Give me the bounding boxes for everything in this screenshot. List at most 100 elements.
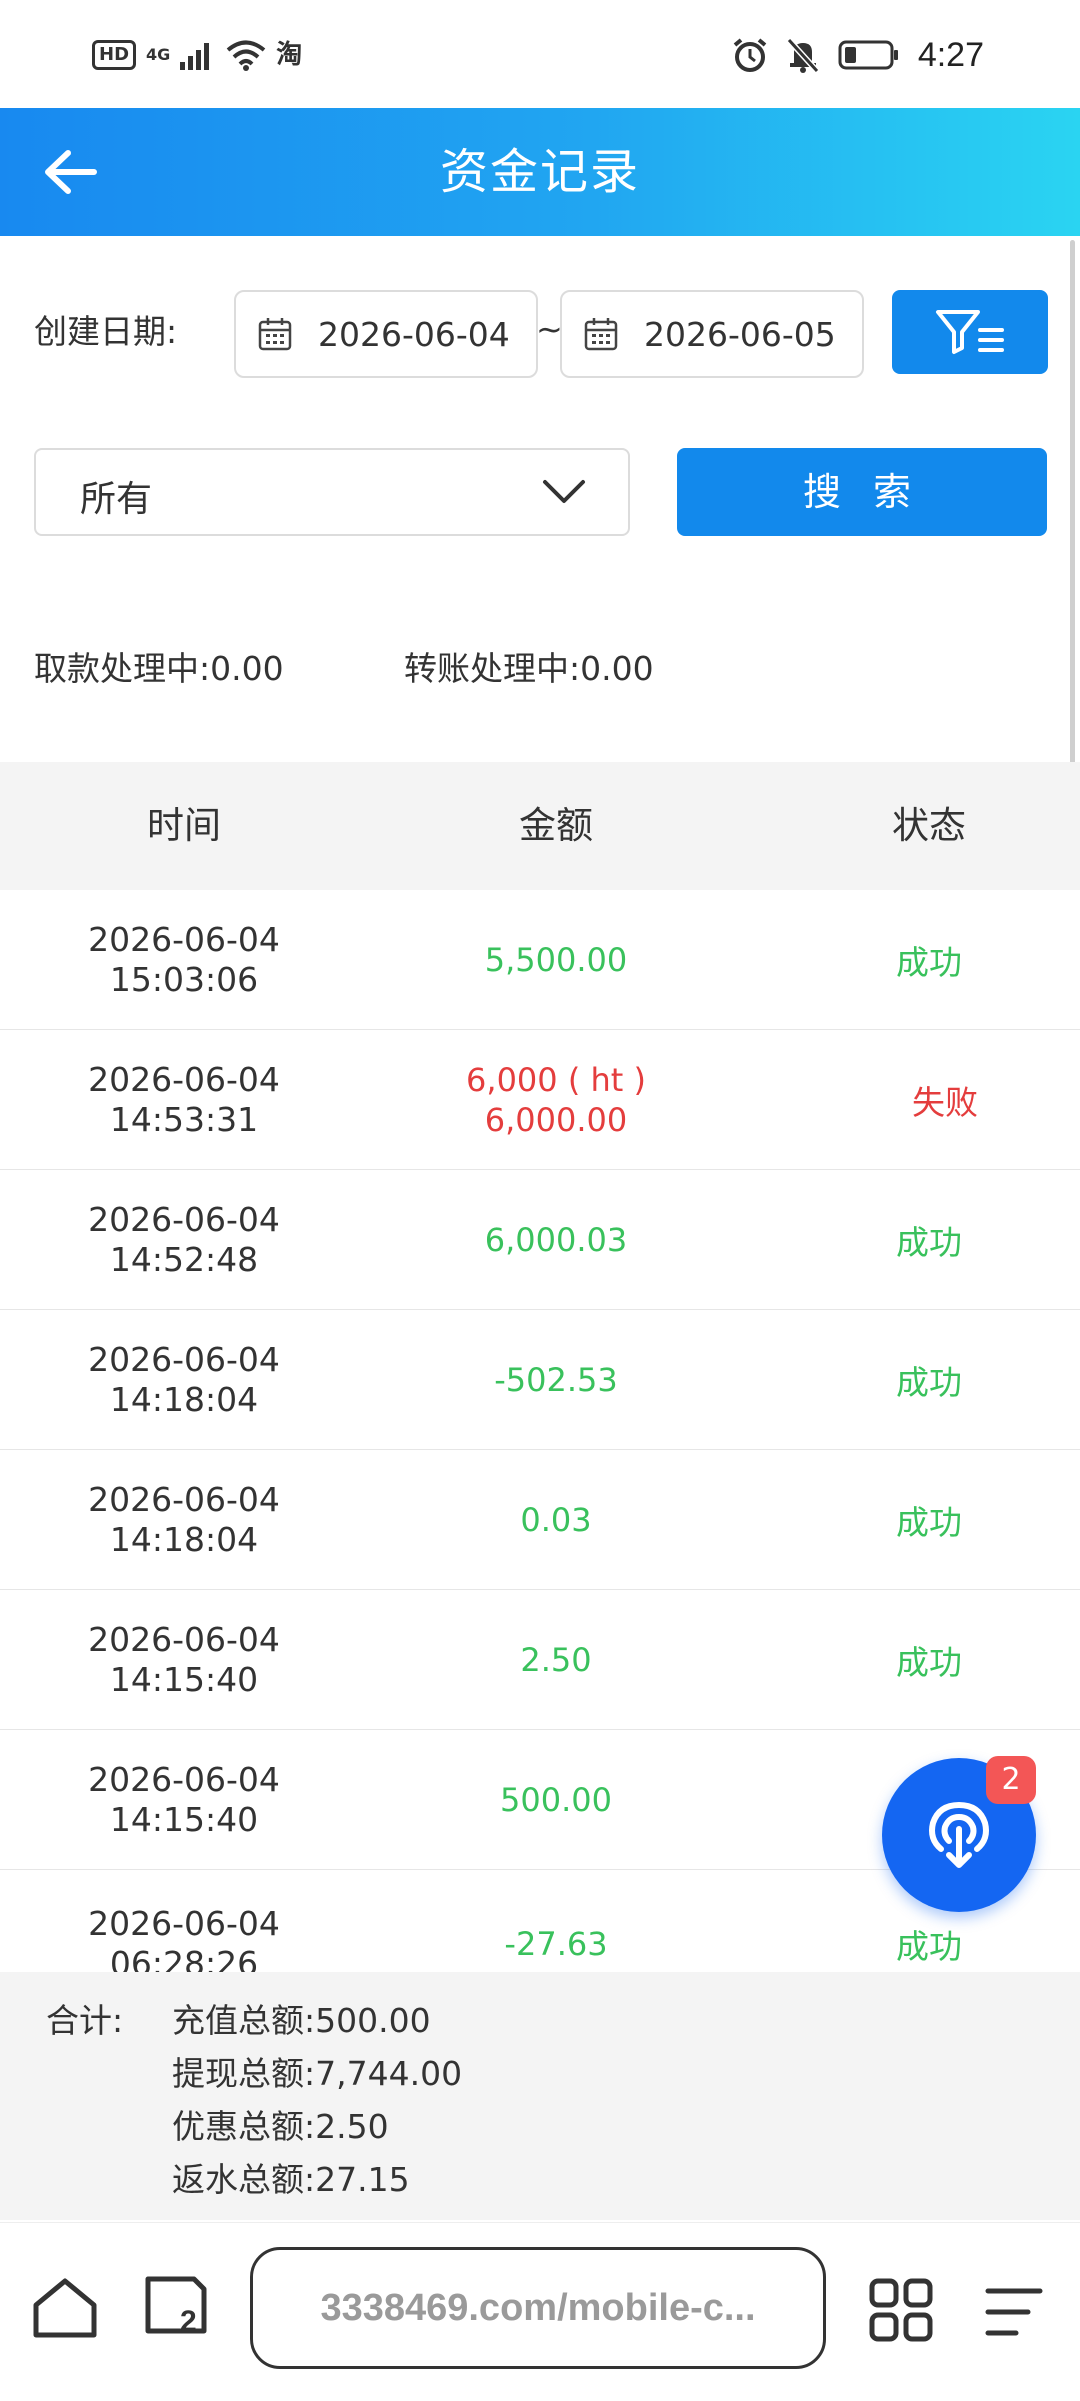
tabs-icon[interactable]: 2 (140, 2273, 212, 2345)
table-row[interactable]: 2026-06-04 15:03:06 5,500.00 成功 (0, 890, 1080, 1031)
row-status: 失败 (744, 1030, 1080, 1169)
amount-value: 0.03 (520, 1500, 592, 1539)
row-date: 2026-06-04 (88, 1059, 280, 1099)
date-separator: ~ (536, 310, 563, 348)
mute-icon (786, 37, 820, 73)
transfer-processing-label: 转账处理中: (404, 649, 581, 688)
status-badge: 成功 (896, 1222, 962, 1262)
row-time: 2026-06-04 14:18:04 (0, 1310, 368, 1449)
wifi-icon (227, 40, 266, 71)
row-status: 成功 (744, 1590, 1080, 1729)
menu-icon[interactable] (984, 2285, 1044, 2339)
row-amount: 5,500.00 (368, 890, 744, 1029)
total-deposit: 充值总额:500.00 (172, 2001, 431, 2040)
row-status: 成功 (744, 1450, 1080, 1589)
row-time: 2026-06-04 14:15:40 (0, 1730, 368, 1869)
signal-icon (180, 43, 210, 70)
date-label: 创建日期: (34, 312, 178, 351)
broadcast-download-icon (929, 1801, 989, 1868)
end-date-value: 2026-06-05 (644, 314, 836, 354)
amount-value: 2.50 (520, 1640, 592, 1679)
row-amount: 6,000.03 (368, 1170, 744, 1309)
clock: 4:27 (917, 35, 984, 74)
withdraw-processing-label: 取款处理中: (34, 649, 211, 688)
totals-panel: 合计: 充值总额:500.00 提现总额:7,744.00 优惠总额:2.50 … (0, 1972, 1080, 2220)
total-withdraw: 提现总额:7,744.00 (172, 2054, 463, 2093)
status-badge: 成功 (896, 1642, 962, 1682)
hd-icon: HD (92, 40, 137, 70)
row-clock: 14:18:04 (109, 1379, 259, 1419)
amount-sub-value: 6,000.00 (484, 1100, 628, 1139)
row-time: 2026-06-04 14:53:31 (0, 1030, 368, 1169)
row-time: 2026-06-04 06:28:26 (0, 1874, 368, 1973)
total-bonus: 优惠总额:2.50 (172, 2107, 389, 2146)
withdraw-processing: 取款处理中:0.00 (34, 642, 284, 690)
table-row[interactable]: 2026-06-04 14:15:40 2.50 成功 (0, 1590, 1080, 1731)
row-amount: 0.03 (368, 1450, 744, 1589)
filter-button[interactable] (892, 290, 1048, 374)
withdraw-processing-value: 0.00 (210, 649, 284, 688)
alarm-icon (733, 38, 767, 72)
row-clock: 14:53:31 (109, 1099, 259, 1139)
row-amount: -27.63 (368, 1874, 744, 1972)
row-clock: 14:52:48 (109, 1239, 259, 1279)
chevron-down-icon (543, 480, 585, 503)
status-badge: 失败 (912, 1082, 978, 1122)
row-date: 2026-06-04 (88, 1479, 280, 1519)
row-status: 成功 (744, 1310, 1080, 1449)
table-row[interactable]: 2026-06-04 14:52:48 6,000.03 成功 (0, 1170, 1080, 1311)
row-date: 2026-06-04 (88, 1619, 280, 1659)
amount-value: 500.00 (500, 1780, 612, 1819)
column-header-amount: 金额 (519, 804, 593, 847)
transfer-processing-value: 0.00 (580, 649, 654, 688)
table-row[interactable]: 2026-06-04 14:18:04 -502.53 成功 (0, 1310, 1080, 1451)
row-date: 2026-06-04 (88, 1339, 280, 1379)
calendar-icon (258, 317, 292, 351)
calendar-icon (584, 317, 618, 351)
notification-badge: 2 (986, 1756, 1036, 1804)
row-clock: 15:03:06 (109, 959, 259, 999)
row-amount: 500.00 (368, 1730, 744, 1869)
column-header-time: 时间 (147, 804, 221, 847)
status-badge: 成功 (896, 1362, 962, 1402)
row-time: 2026-06-04 14:18:04 (0, 1450, 368, 1589)
row-status: 成功 (744, 1170, 1080, 1309)
network-type: 4G (146, 45, 171, 64)
total-rebate: 返水总额:27.15 (172, 2160, 410, 2199)
type-select[interactable]: 所有 (34, 448, 630, 536)
start-date-field[interactable]: 2026-06-04 (234, 290, 538, 378)
tab-count: 2 (180, 2305, 197, 2338)
url-bar[interactable]: 3338469.com/mobile-c... (250, 2247, 826, 2369)
home-icon[interactable] (30, 2275, 100, 2341)
status-badge: 成功 (896, 1926, 962, 1966)
row-clock: 14:18:04 (109, 1519, 259, 1559)
totals-label: 合计: (46, 2001, 124, 2040)
row-clock: 14:15:40 (109, 1799, 259, 1839)
battery-icon (838, 40, 898, 70)
amount-value: 6,000 ( ht ) (466, 1060, 646, 1099)
status-badge: 成功 (896, 942, 962, 982)
row-clock: 06:28:26 (109, 1943, 259, 1973)
end-date-field[interactable]: 2026-06-05 (560, 290, 864, 378)
row-time: 2026-06-04 15:03:06 (0, 890, 368, 1029)
taobao-icon: 淘 (276, 40, 303, 70)
table-row[interactable]: 2026-06-04 14:53:31 6,000 ( ht ) 6,000.0… (0, 1030, 1080, 1171)
browser-toolbar: 2 3338469.com/mobile-c... (0, 2222, 1080, 2401)
row-amount: 2.50 (368, 1590, 744, 1729)
filter-icon (936, 310, 1004, 354)
page-title: 资金记录 (439, 144, 640, 200)
back-button[interactable] (30, 136, 110, 208)
status-badge: 成功 (896, 1502, 962, 1542)
row-date: 2026-06-04 (88, 1903, 280, 1943)
row-amount: -502.53 (368, 1310, 744, 1449)
apps-grid-icon[interactable] (868, 2277, 934, 2343)
row-time: 2026-06-04 14:52:48 (0, 1170, 368, 1309)
status-left: HD 4G 淘 (92, 30, 302, 80)
amount-value: 5,500.00 (484, 940, 628, 979)
row-status: 成功 (744, 890, 1080, 1029)
row-amount: 6,000 ( ht ) 6,000.00 (368, 1030, 744, 1169)
table-row[interactable]: 2026-06-04 14:18:04 0.03 成功 (0, 1450, 1080, 1591)
column-header-status: 状态 (892, 804, 966, 847)
row-date: 2026-06-04 (88, 1199, 280, 1239)
search-button[interactable]: 搜 索 (677, 448, 1047, 536)
